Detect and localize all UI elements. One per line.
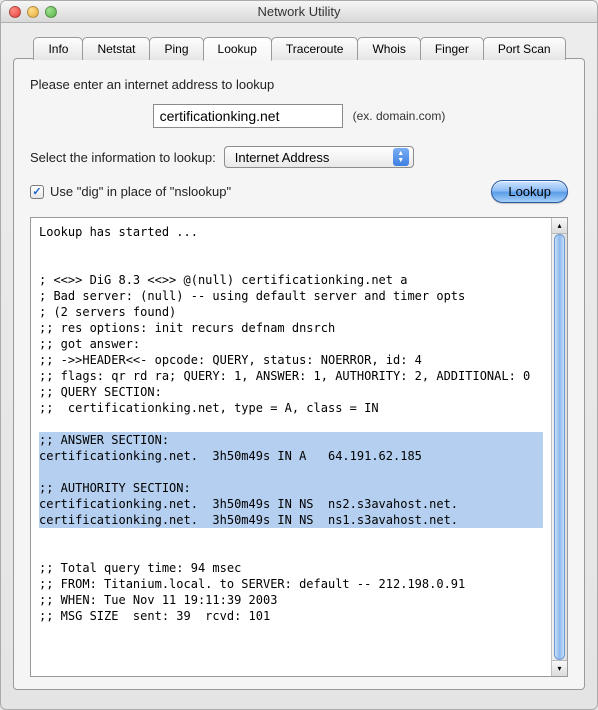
scroll-thumb[interactable] [554,234,565,660]
window: Network Utility InfoNetstatPingLookupTra… [0,0,598,710]
scroll-down-icon[interactable]: ▾ [552,660,567,676]
window-title: Network Utility [1,4,597,19]
chevron-updown-icon: ▲▼ [393,148,409,166]
tab-info[interactable]: Info [33,37,83,60]
output-text[interactable]: Lookup has started ... ; <<>> DiG 8.3 <<… [31,218,551,676]
info-select-label: Select the information to lookup: [30,150,216,165]
output-highlight: ;; ANSWER SECTION: certificationking.net… [39,432,543,528]
address-input[interactable] [153,104,343,128]
info-select[interactable]: Internet Address ▲▼ [224,146,414,168]
use-dig-checkbox[interactable]: ✓ [30,185,44,199]
tab-ping[interactable]: Ping [149,37,203,60]
titlebar: Network Utility [1,1,597,23]
scroll-up-icon[interactable]: ▴ [552,218,567,234]
minimize-icon[interactable] [27,6,39,18]
scroll-track[interactable] [552,234,567,660]
tab-whois[interactable]: Whois [357,37,420,60]
use-dig-label: Use "dig" in place of "nslookup" [50,184,231,199]
lookup-button[interactable]: Lookup [491,180,568,203]
zoom-icon[interactable] [45,6,57,18]
info-select-value: Internet Address [235,150,330,165]
close-icon[interactable] [9,6,21,18]
output-post: ;; Total query time: 94 msec ;; FROM: Ti… [39,561,465,623]
tab-port-scan[interactable]: Port Scan [483,37,566,60]
panel: Please enter an internet address to look… [13,58,585,690]
traffic-lights [9,6,57,18]
scrollbar[interactable]: ▴ ▾ [551,218,567,676]
output-area: Lookup has started ... ; <<>> DiG 8.3 <<… [30,217,568,677]
tab-finger[interactable]: Finger [420,37,484,60]
tab-netstat[interactable]: Netstat [82,37,150,60]
tab-traceroute[interactable]: Traceroute [271,37,359,60]
address-hint: (ex. domain.com) [353,109,446,123]
address-prompt-label: Please enter an internet address to look… [30,77,274,92]
tab-lookup[interactable]: Lookup [203,37,272,61]
tab-bar: InfoNetstatPingLookupTracerouteWhoisFing… [1,25,597,60]
output-pre: Lookup has started ... ; <<>> DiG 8.3 <<… [39,225,530,415]
